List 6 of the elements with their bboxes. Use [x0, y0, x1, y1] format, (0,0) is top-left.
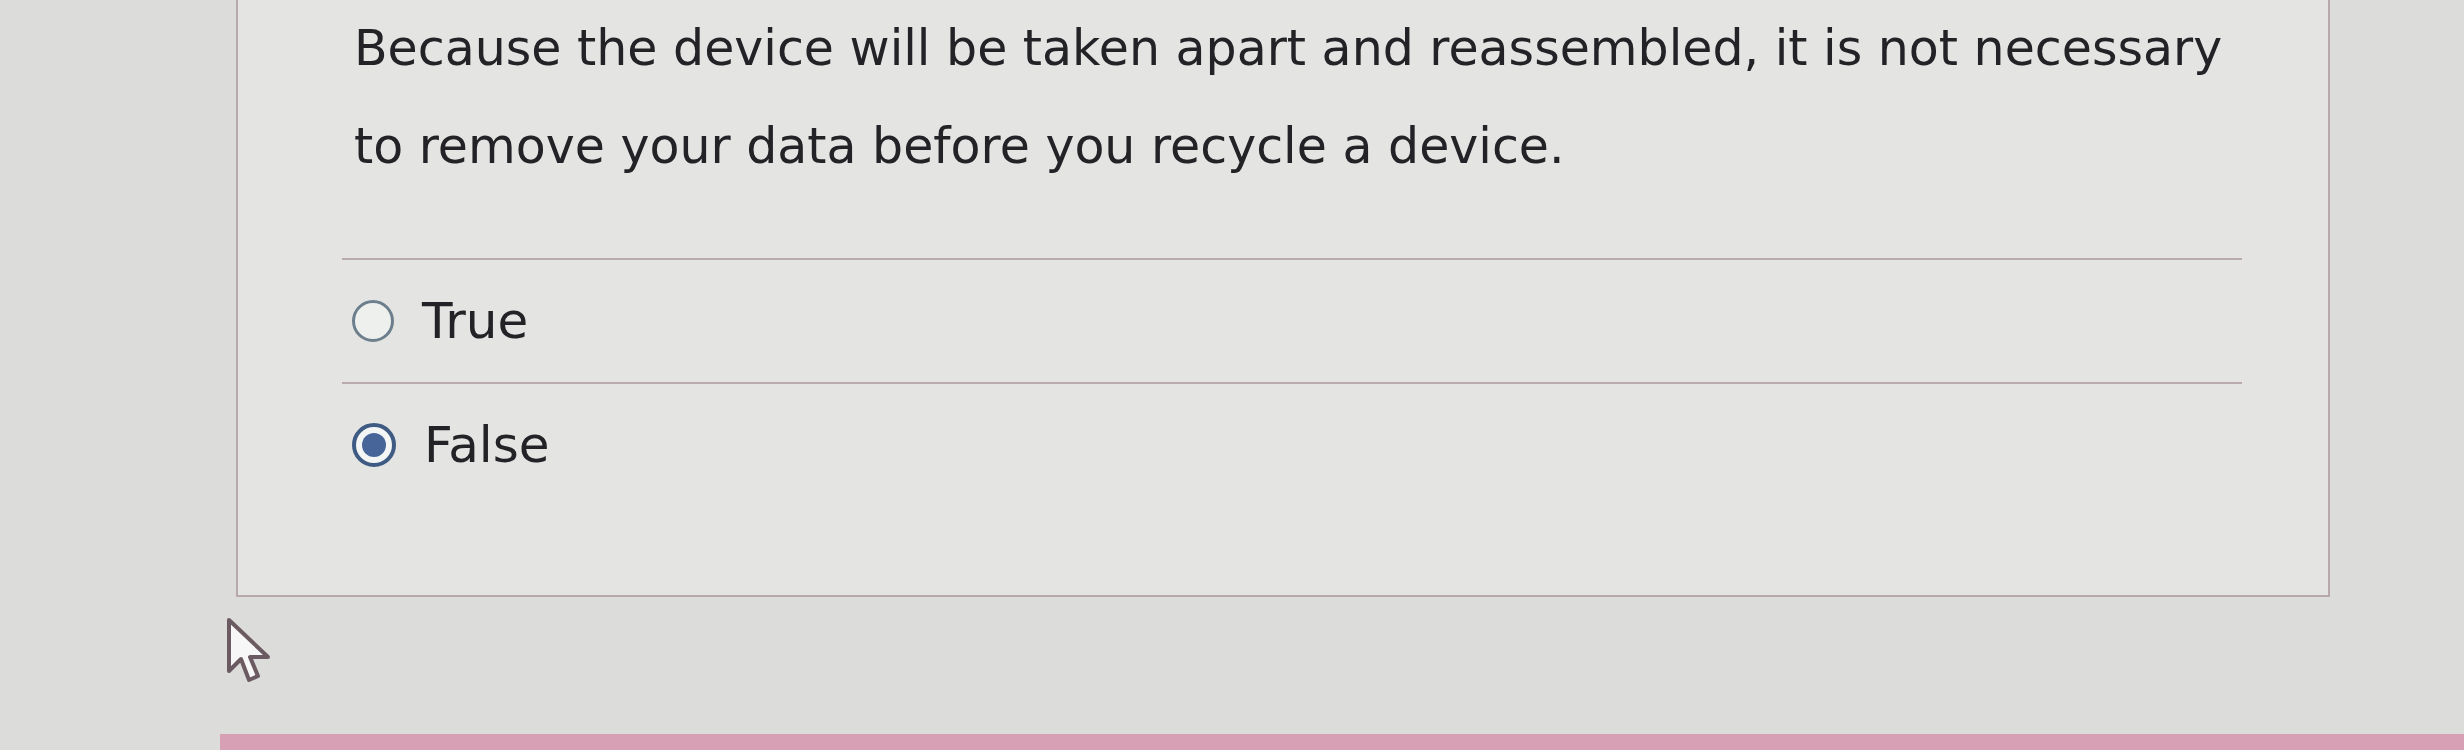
radio-button[interactable]: [352, 423, 396, 467]
question-text: Because the device will be taken apart and reassembled, it is not necessary to remove your data before you recycle a device.: [354, 19, 2224, 177]
mouse-pointer-icon: [226, 617, 272, 685]
option-label[interactable]: False: [424, 415, 550, 475]
option-label[interactable]: True: [422, 291, 529, 351]
radio-button[interactable]: [352, 300, 394, 342]
